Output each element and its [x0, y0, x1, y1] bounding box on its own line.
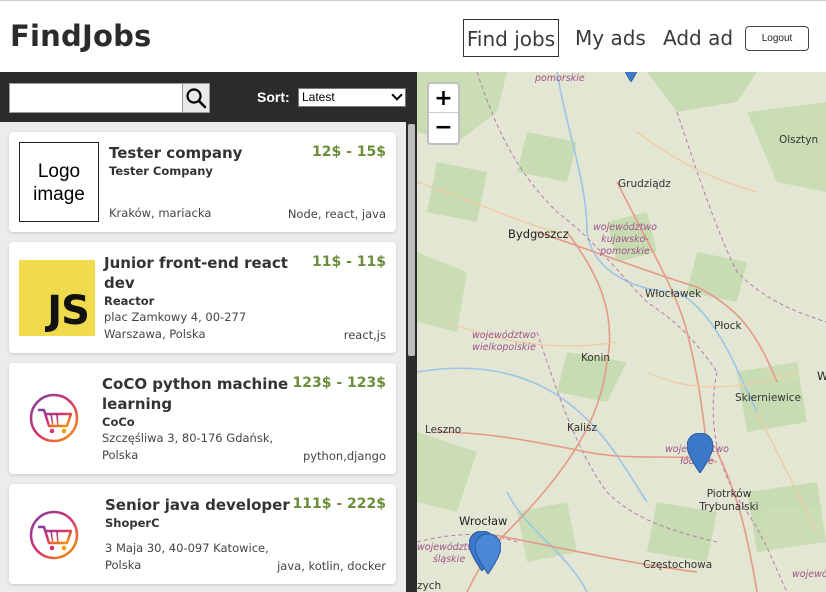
- job-address: 3 Maja 30, 40-097 Katowice, Polska: [105, 541, 269, 572]
- logout-button[interactable]: Logout: [745, 26, 809, 51]
- map-region-label: pomorskie: [535, 73, 585, 84]
- city-label: Piotrków Trybunalski: [699, 488, 759, 513]
- job-card[interactable]: Senior java developer ShoperC 111$ - 222…: [9, 484, 396, 584]
- city-label: Bydgoszcz: [508, 227, 569, 241]
- sort-selected-value: Latest: [302, 90, 335, 104]
- salary-range: 111$ - 222$: [292, 496, 387, 512]
- job-address: Kraków, mariacka: [109, 206, 212, 220]
- city-label: Wrocław: [459, 514, 508, 528]
- shopping-cart-logo-icon: [29, 393, 79, 443]
- zoom-out-button[interactable]: −: [429, 113, 458, 142]
- zoom-in-button[interactable]: +: [429, 84, 458, 113]
- chevron-down-icon: [391, 89, 403, 101]
- company-name: CoCo: [102, 415, 135, 429]
- logo-placeholder: Logo image: [19, 142, 99, 222]
- job-address: plac Zamkowy 4, 00-277 Warszawa, Polska: [104, 310, 247, 341]
- city-label: Olsztyn: [779, 134, 819, 146]
- city-label: Włocławek: [645, 288, 702, 300]
- job-tags: java, kotlin, docker: [277, 559, 386, 573]
- map-pin-icon[interactable]: [623, 72, 639, 82]
- job-tags: python,django: [302, 449, 386, 463]
- job-map[interactable]: + − pomorskie województwo kujawsko-pomors…: [417, 72, 826, 592]
- job-card[interactable]: CoCO python machine learning CoCo 123$ -…: [9, 363, 396, 474]
- city-label: Częstochowa: [643, 559, 713, 571]
- city-label: Konin: [581, 352, 611, 364]
- city-label: Grudziądz: [618, 178, 671, 190]
- map-pin-icon[interactable]: [475, 534, 501, 574]
- city-label: Kalisz: [567, 422, 597, 434]
- nav-add-ad[interactable]: Add ad: [663, 19, 733, 57]
- nav-my-ads[interactable]: My ads: [575, 19, 646, 57]
- js-logo: JS: [19, 260, 95, 336]
- job-title[interactable]: Junior front-end react dev: [104, 253, 304, 293]
- shopping-cart-logo-icon: [29, 510, 79, 560]
- company-name: ShoperC: [105, 516, 160, 530]
- job-tags: Node, react, java: [287, 207, 386, 221]
- zoom-control: + −: [427, 82, 460, 145]
- map-region-label: województwo wielkopolskie: [472, 330, 536, 353]
- search-icon: [186, 88, 207, 109]
- job-title[interactable]: Tester company: [109, 143, 242, 163]
- map-pin-icon[interactable]: [687, 433, 713, 473]
- map-region-label: wojewó: [792, 569, 826, 580]
- js-logo-text: JS: [47, 288, 90, 334]
- salary-range: 11$ - 11$: [311, 254, 386, 270]
- search-bar: Sort: Latest: [0, 72, 417, 122]
- sort-label: Sort:: [257, 89, 290, 105]
- nav-find-jobs[interactable]: Find jobs: [463, 19, 559, 57]
- salary-range: 123$ - 123$: [292, 375, 387, 391]
- job-tags: react,js: [343, 328, 386, 342]
- scrollbar-thumb[interactable]: [408, 124, 415, 356]
- job-card[interactable]: Logo image Tester company Tester Company…: [9, 132, 396, 232]
- salary-range: 12$ - 15$: [311, 144, 386, 160]
- job-title[interactable]: CoCO python machine learning: [102, 374, 302, 414]
- city-label: zych: [417, 580, 442, 592]
- job-address: Szczęśliwa 3, 80-176 Gdańsk, Polska: [102, 431, 274, 462]
- top-header: FindJobs Find jobs My ads Add ad Logout: [0, 0, 826, 72]
- sort-select[interactable]: Latest: [298, 88, 406, 107]
- search-input[interactable]: [9, 83, 183, 113]
- map-region-label: województwo kujawsko-pomorskie: [593, 222, 657, 257]
- search-button[interactable]: [182, 83, 210, 113]
- city-label: Skierniewice: [735, 392, 802, 404]
- city-label: Płock: [714, 320, 742, 332]
- job-list-panel: Sort: Latest Logo image Tester company T…: [0, 72, 417, 592]
- job-card[interactable]: JS Junior front-end react dev Reactor 11…: [9, 242, 396, 353]
- job-title[interactable]: Senior java developer: [105, 495, 290, 515]
- brand-logo[interactable]: FindJobs: [10, 19, 152, 53]
- company-name: Tester Company: [109, 164, 213, 178]
- city-label: W: [817, 369, 826, 383]
- company-name: Reactor: [104, 294, 155, 308]
- city-label: Leszno: [425, 424, 462, 436]
